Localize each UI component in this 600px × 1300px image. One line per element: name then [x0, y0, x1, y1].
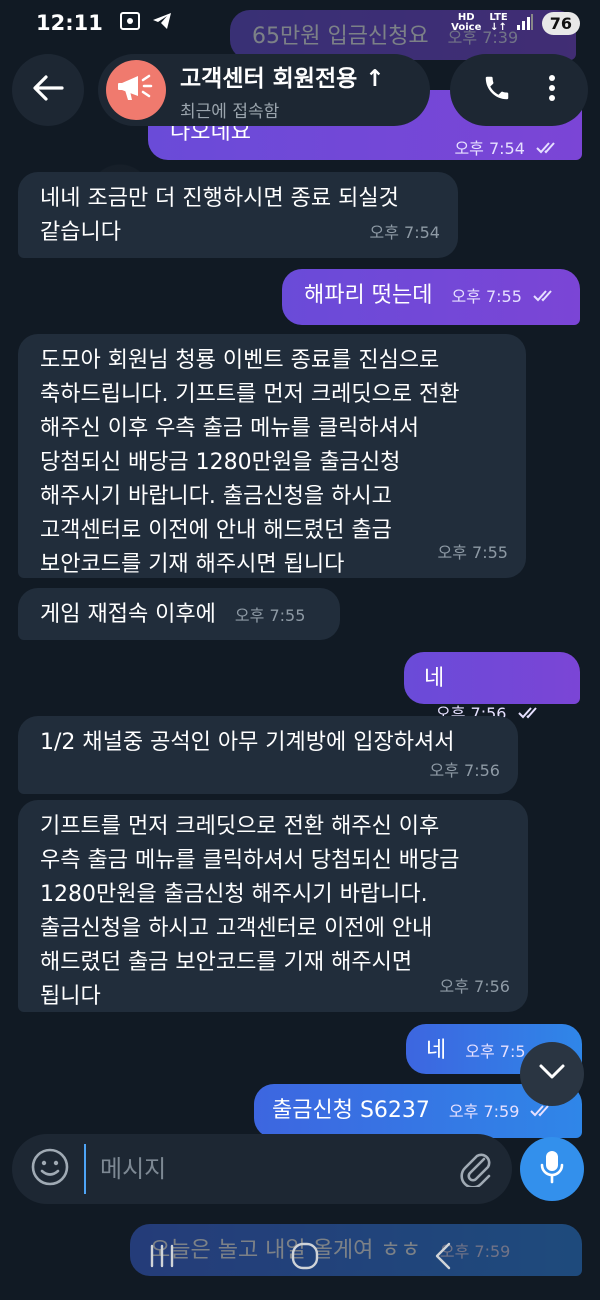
message-in[interactable]: 네네 조금만 더 진행하시면 종료 되실것 같습니다 오후 7:54: [18, 172, 458, 258]
hd-voice-indicator: HD Voice: [451, 12, 482, 33]
message-in[interactable]: 기프트를 먼저 크레딧으로 전환 해주신 이후 우측 출금 메뉴를 클릭하셔서 …: [18, 800, 528, 1012]
message-composer: [12, 1134, 512, 1204]
more-menu-button[interactable]: [547, 73, 557, 107]
avatar[interactable]: [106, 60, 166, 120]
last-seen-status: 최근에 접속함: [180, 101, 280, 122]
smiley-icon: [30, 1148, 70, 1191]
signal-icon: [516, 13, 534, 34]
header-actions: [450, 54, 588, 126]
telegram-icon: [151, 11, 173, 36]
battery-indicator: 76: [541, 11, 580, 35]
megaphone-icon: [116, 70, 156, 110]
more-vertical-icon: [547, 75, 557, 107]
back-button[interactable]: [12, 54, 84, 126]
lte-indicator: LTE ↓↑: [489, 12, 508, 33]
message-out[interactable]: 해파리 떳는데 오후 7:55: [282, 269, 580, 325]
message-in[interactable]: 도모아 회원님 청룡 이벤트 종료를 진심으로 축하드립니다. 기프트를 먼저 …: [18, 334, 526, 578]
message-in[interactable]: 게임 재접속 이후에 오후 7:55: [18, 588, 340, 640]
recent-apps-icon: [147, 1244, 177, 1273]
status-bar: 12:11 HD Voice LTE ↓↑ 76: [0, 0, 600, 46]
scroll-to-bottom-button[interactable]: [520, 1042, 584, 1106]
attach-button[interactable]: [458, 1147, 494, 1191]
chevron-down-icon: [538, 1063, 566, 1085]
home-icon: [290, 1242, 320, 1275]
message-input[interactable]: [84, 1144, 458, 1194]
double-check-icon: [517, 698, 544, 732]
chat-title-bar[interactable]: 고객센터 회원전용 ↑ 최근에 접속함: [98, 54, 430, 126]
system-nav-bar: [0, 1216, 600, 1300]
arrow-left-icon: [32, 74, 64, 106]
chevron-left-icon: [433, 1242, 453, 1275]
message-in[interactable]: 1/2 채널중 공석인 아무 기계방에 입장하셔서 오후 7:56: [18, 716, 518, 794]
double-check-icon: [533, 281, 559, 315]
recent-apps-button[interactable]: [147, 1243, 177, 1273]
double-check-icon: [536, 133, 562, 167]
page-title: 고객센터 회원전용 ↑: [180, 65, 385, 92]
nav-back-button[interactable]: [433, 1241, 453, 1275]
message-out[interactable]: 네 오후 7:56: [404, 652, 580, 723]
voice-record-button[interactable]: [520, 1137, 584, 1201]
screenshot-icon: [119, 11, 141, 36]
call-button[interactable]: [482, 73, 512, 107]
paperclip-icon: [458, 1153, 494, 1191]
home-button[interactable]: [290, 1241, 320, 1275]
phone-icon: [482, 76, 512, 107]
microphone-icon: [539, 1149, 565, 1189]
status-time: 12:11: [36, 11, 103, 35]
emoji-button[interactable]: [30, 1147, 70, 1191]
